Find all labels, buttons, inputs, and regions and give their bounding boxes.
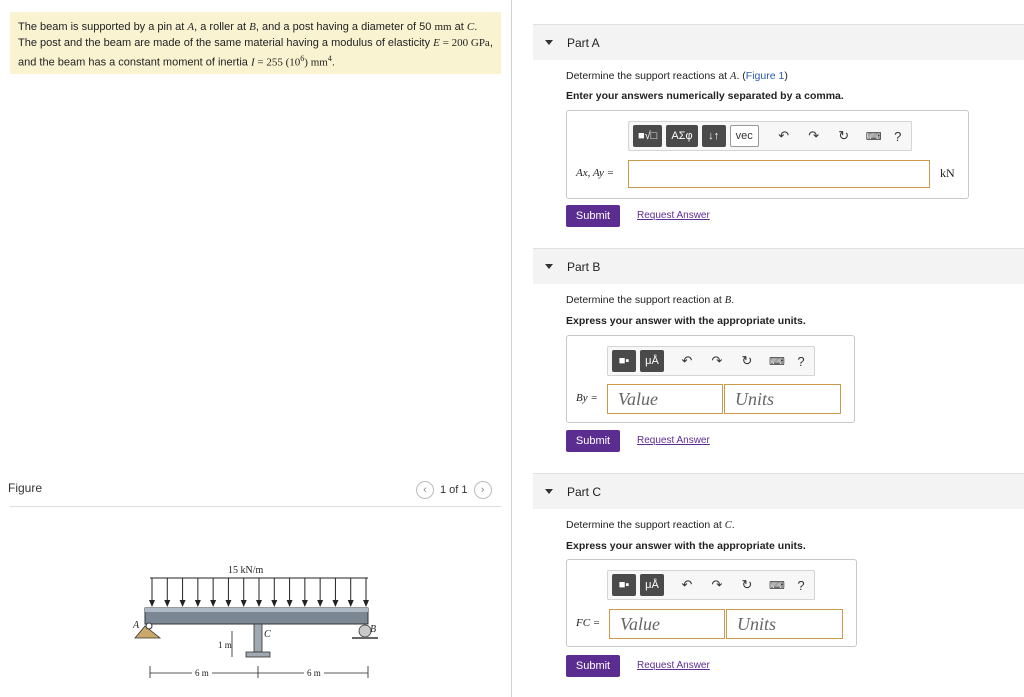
problem-statement: The beam is supported by a pin at A, a r… bbox=[10, 12, 501, 74]
part-a-input-label: Ax, Ay = bbox=[576, 167, 615, 179]
units-button[interactable]: μÅ bbox=[640, 574, 664, 596]
problem-line-3: and the beam has a constant moment of in… bbox=[18, 54, 335, 69]
problem-line-1: The beam is supported by a pin at A, a r… bbox=[18, 21, 478, 33]
redo-icon[interactable]: ↷ bbox=[708, 574, 726, 596]
load-arrowhead bbox=[149, 600, 155, 607]
figure-pager: ‹ 1 of 1 › bbox=[416, 481, 492, 499]
beam-highlight bbox=[145, 608, 368, 612]
undo-icon[interactable]: ↶ bbox=[678, 350, 696, 372]
part-c-submit-button[interactable]: Submit bbox=[566, 655, 620, 677]
part-c-units-input[interactable]: Units bbox=[726, 609, 843, 639]
part-a-toolbar: ■√□ ΑΣφ ↓↑ vec ↶ ↷ ↻ ⌨ ? bbox=[628, 121, 912, 151]
part-b-answer-box: ■▪ μÅ ↶ ↷ ↻ ⌨ ? By = Value Units bbox=[566, 335, 855, 423]
part-a-request-answer[interactable]: Request Answer bbox=[637, 210, 710, 221]
vec-button[interactable]: vec bbox=[729, 125, 759, 147]
part-a-answer-box: ■√□ ΑΣφ ↓↑ vec ↶ ↷ ↻ ⌨ ? Ax, Ay = bbox=[566, 110, 969, 199]
load-arrowhead bbox=[179, 600, 186, 607]
greek-button[interactable]: ΑΣφ bbox=[666, 125, 698, 147]
load-arrowhead bbox=[317, 600, 324, 607]
keyboard-icon[interactable]: ⌨ bbox=[768, 350, 786, 372]
dim-right: 6 m bbox=[307, 668, 321, 678]
keyboard-icon[interactable]: ⌨ bbox=[768, 574, 786, 596]
sort-button[interactable]: ↓↑ bbox=[701, 125, 726, 147]
pager-text: 1 of 1 bbox=[440, 484, 468, 496]
part-a-instruction: Enter your answers numerically separated… bbox=[566, 90, 844, 102]
pane-divider bbox=[511, 0, 512, 697]
templates-button[interactable]: ■▪ bbox=[612, 350, 636, 372]
post bbox=[253, 623, 263, 653]
part-a-unit: kN bbox=[940, 166, 955, 180]
load-label: 15 kN/m bbox=[228, 565, 264, 576]
load-arrowhead bbox=[210, 600, 217, 607]
reset-icon[interactable]: ↻ bbox=[835, 125, 853, 147]
part-b-header[interactable]: Part B bbox=[533, 248, 1024, 284]
part-b-request-answer[interactable]: Request Answer bbox=[637, 435, 710, 446]
part-c-toolbar: ■▪ μÅ ↶ ↷ ↻ ⌨ ? bbox=[607, 570, 815, 600]
part-b-input-label: By = bbox=[576, 392, 598, 404]
label-a: A bbox=[132, 620, 140, 631]
post-dim: 1 m bbox=[218, 640, 232, 650]
label-c: C bbox=[264, 629, 271, 640]
keyboard-icon[interactable]: ⌨ bbox=[865, 125, 883, 147]
caret-down-icon bbox=[545, 264, 553, 269]
part-c-value-input[interactable]: Value bbox=[609, 609, 725, 639]
problem-line-2: The post and the beam are made of the sa… bbox=[18, 37, 493, 49]
help-icon[interactable]: ? bbox=[889, 125, 907, 147]
part-a-header[interactable]: Part A bbox=[533, 24, 1024, 60]
figure-divider bbox=[10, 506, 501, 507]
beam-figure: 15 kN/m A B C 1 m 6 m 6 m bbox=[132, 565, 378, 678]
load-arrowhead bbox=[332, 600, 339, 607]
units-button[interactable]: μÅ bbox=[640, 350, 664, 372]
part-b-value-input[interactable]: Value bbox=[607, 384, 723, 414]
load-arrowhead bbox=[286, 600, 293, 607]
part-c-request-answer[interactable]: Request Answer bbox=[637, 660, 710, 671]
load-arrowhead bbox=[194, 600, 201, 607]
reset-icon[interactable]: ↻ bbox=[738, 574, 756, 596]
label-b: B bbox=[370, 624, 376, 635]
help-icon[interactable]: ? bbox=[792, 574, 810, 596]
dim-left: 6 m bbox=[195, 668, 209, 678]
part-a-submit-button[interactable]: Submit bbox=[566, 205, 620, 227]
load-arrowhead bbox=[347, 600, 354, 607]
load-arrowhead bbox=[240, 600, 247, 607]
help-icon[interactable]: ? bbox=[792, 350, 810, 372]
part-c-input-label: FC = bbox=[576, 617, 601, 629]
figure-label: Figure bbox=[8, 481, 43, 495]
part-b-instruction: Express your answer with the appropriate… bbox=[566, 315, 806, 327]
part-c-answer-box: ■▪ μÅ ↶ ↷ ↻ ⌨ ? FC = Value Units bbox=[566, 559, 857, 647]
load-arrowhead bbox=[164, 600, 171, 607]
chevron-right-icon[interactable]: › bbox=[473, 481, 492, 499]
load-arrowhead bbox=[363, 600, 369, 607]
templates-button[interactable]: ■▪ bbox=[612, 574, 636, 596]
part-c-header[interactable]: Part C bbox=[533, 473, 1024, 509]
pin bbox=[145, 622, 153, 630]
part-b-question: Determine the support reaction at B. bbox=[566, 294, 735, 306]
caret-down-icon bbox=[545, 40, 553, 45]
part-b-submit-button[interactable]: Submit bbox=[566, 430, 620, 452]
figure-link[interactable]: Figure 1 bbox=[746, 70, 785, 82]
part-a-question: Determine the support reactions at A. (F… bbox=[566, 70, 788, 82]
part-b-units-input[interactable]: Units bbox=[724, 384, 841, 414]
caret-down-icon bbox=[545, 489, 553, 494]
part-a-answer-input[interactable] bbox=[628, 160, 930, 188]
redo-icon[interactable]: ↷ bbox=[708, 350, 726, 372]
undo-icon[interactable]: ↶ bbox=[678, 574, 696, 596]
part-c-question: Determine the support reaction at C. bbox=[566, 519, 735, 531]
part-c-instruction: Express your answer with the appropriate… bbox=[566, 540, 806, 552]
load-arrows bbox=[149, 578, 369, 607]
undo-icon[interactable]: ↶ bbox=[775, 125, 793, 147]
load-arrowhead bbox=[256, 600, 262, 607]
load-arrowhead bbox=[271, 600, 278, 607]
post-base bbox=[245, 651, 271, 658]
load-arrowhead bbox=[301, 600, 308, 607]
load-arrowhead bbox=[225, 600, 232, 607]
reset-icon[interactable]: ↻ bbox=[738, 350, 756, 372]
part-b-toolbar: ■▪ μÅ ↶ ↷ ↻ ⌨ ? bbox=[607, 346, 815, 376]
redo-icon[interactable]: ↷ bbox=[805, 125, 823, 147]
chevron-left-icon[interactable]: ‹ bbox=[416, 481, 434, 499]
templates-button[interactable]: ■√□ bbox=[633, 125, 663, 147]
